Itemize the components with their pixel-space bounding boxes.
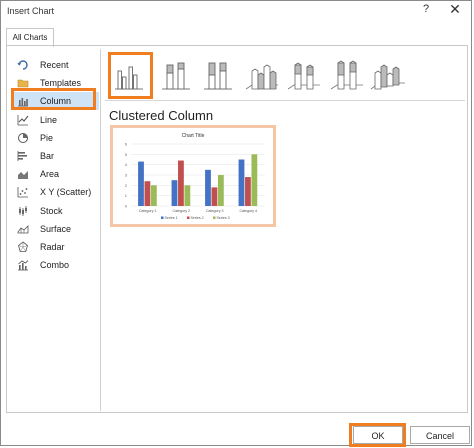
legend-swatch [213,216,216,219]
sidebar-item-label: Combo [40,260,70,271]
3d-clustered-column-icon [245,64,278,90]
subtype-3d-stacked-column[interactable] [284,53,324,97]
preview-chart-svg: 0 1 2 3 4 5 6 Category 1 Category 2 Category 3 Cat… [125,142,265,220]
cancel-button[interactable]: Cancel [410,426,470,444]
clustered-column-highlight-box [108,52,153,99]
subtype-3d-clustered-column[interactable] [242,53,282,97]
column-bar [211,187,218,206]
subtype-100-stacked-column[interactable] [198,53,238,97]
y-tick-label: 1 [125,193,128,198]
legend-label: Series 1 [165,216,178,220]
insert-chart-dialog: Insert Chart ? ✕ All Charts Recent Templ… [0,0,472,447]
bar-chart-icon [17,150,27,161]
scatter-chart-icon [17,187,28,198]
panel-divider [100,49,101,411]
help-button[interactable]: ? [419,3,433,15]
legend-swatch [161,216,164,219]
sidebar-item-label: Bar [40,150,55,161]
column-bar [178,160,184,206]
100-stacked-column-icon [204,62,232,90]
x-tick-label: Category 2 [172,209,190,213]
chart-preview[interactable]: Chart Title 0 1 2 3 4 5 6 Category 1 Category 2C… [110,125,276,227]
column-bar [245,177,251,206]
sidebar-item-label: X Y (Scatter) [40,187,92,198]
column-bar [217,175,224,206]
legend-label: Series 2 [191,216,204,220]
title-bar: Insert Chart ? ✕ [1,1,471,23]
legend-swatch [187,216,190,219]
sidebar-item-pie[interactable]: Pie [11,129,99,147]
sidebar-item-label: Stock [40,205,63,216]
sidebar-item-recent[interactable]: Recent [11,56,99,74]
3d-column-icon [370,64,405,90]
sidebar-item-label: Area [40,169,60,180]
window-title: Insert Chart [7,6,55,16]
y-tick-label: 5 [125,152,128,157]
recent-icon [17,60,28,70]
subtype-separator [105,100,465,101]
y-tick-label: 6 [125,142,128,147]
sidebar-item-scatter[interactable]: X Y (Scatter) [11,183,99,201]
sidebar-item-label: Surface [40,223,72,234]
column-bar [171,180,178,206]
sidebar-item-combo[interactable]: Combo [11,256,99,274]
sidebar-item-area[interactable]: Area [11,165,99,183]
surface-chart-icon [17,224,29,234]
column-bar [251,154,258,206]
pie-chart-icon [18,132,28,143]
3d-100-stacked-column-icon [330,60,363,90]
subtype-stacked-column[interactable] [156,53,196,97]
sidebar-item-label: Radar [40,241,65,252]
ok-highlight-box [349,423,406,447]
x-tick-label: Category 1 [139,209,157,213]
stock-chart-icon [19,205,27,216]
sidebar-item-bar[interactable]: Bar [11,147,99,165]
column-bar [150,185,157,206]
stacked-column-icon [162,62,190,90]
column-bar [144,181,151,206]
sidebar-item-line[interactable]: Line [11,111,99,129]
3d-stacked-column-icon [287,62,320,90]
subtype-3d-column[interactable] [367,53,407,97]
radar-chart-icon [18,241,28,252]
subtype-title: Clustered Column [109,108,214,123]
y-tick-label: 0 [125,204,128,209]
x-tick-label: Category 3 [206,209,224,213]
combo-chart-icon [18,260,29,271]
column-bar [184,185,191,206]
sidebar-item-surface[interactable]: Surface [11,220,99,238]
column-bar [205,169,211,206]
column-highlight-box [11,88,96,110]
y-tick-label: 2 [125,183,128,188]
close-button[interactable]: ✕ [448,1,462,18]
sidebar-item-label: Recent [40,60,69,70]
sidebar-item-label: Line [40,114,58,125]
sidebar-item-radar[interactable]: Radar [11,238,99,256]
x-tick-label: Category 4 [239,209,257,213]
subtype-3d-100-stacked-column[interactable] [327,53,367,97]
line-chart-icon [17,114,29,125]
sidebar-item-label: Pie [40,132,54,143]
column-bar [138,161,144,206]
sidebar-item-stock[interactable]: Stock [11,202,99,220]
column-bar [238,159,245,206]
legend-label: Series 3 [217,216,230,220]
area-chart-icon [18,171,28,180]
y-tick-label: 4 [125,162,128,167]
y-tick-label: 3 [125,173,128,178]
